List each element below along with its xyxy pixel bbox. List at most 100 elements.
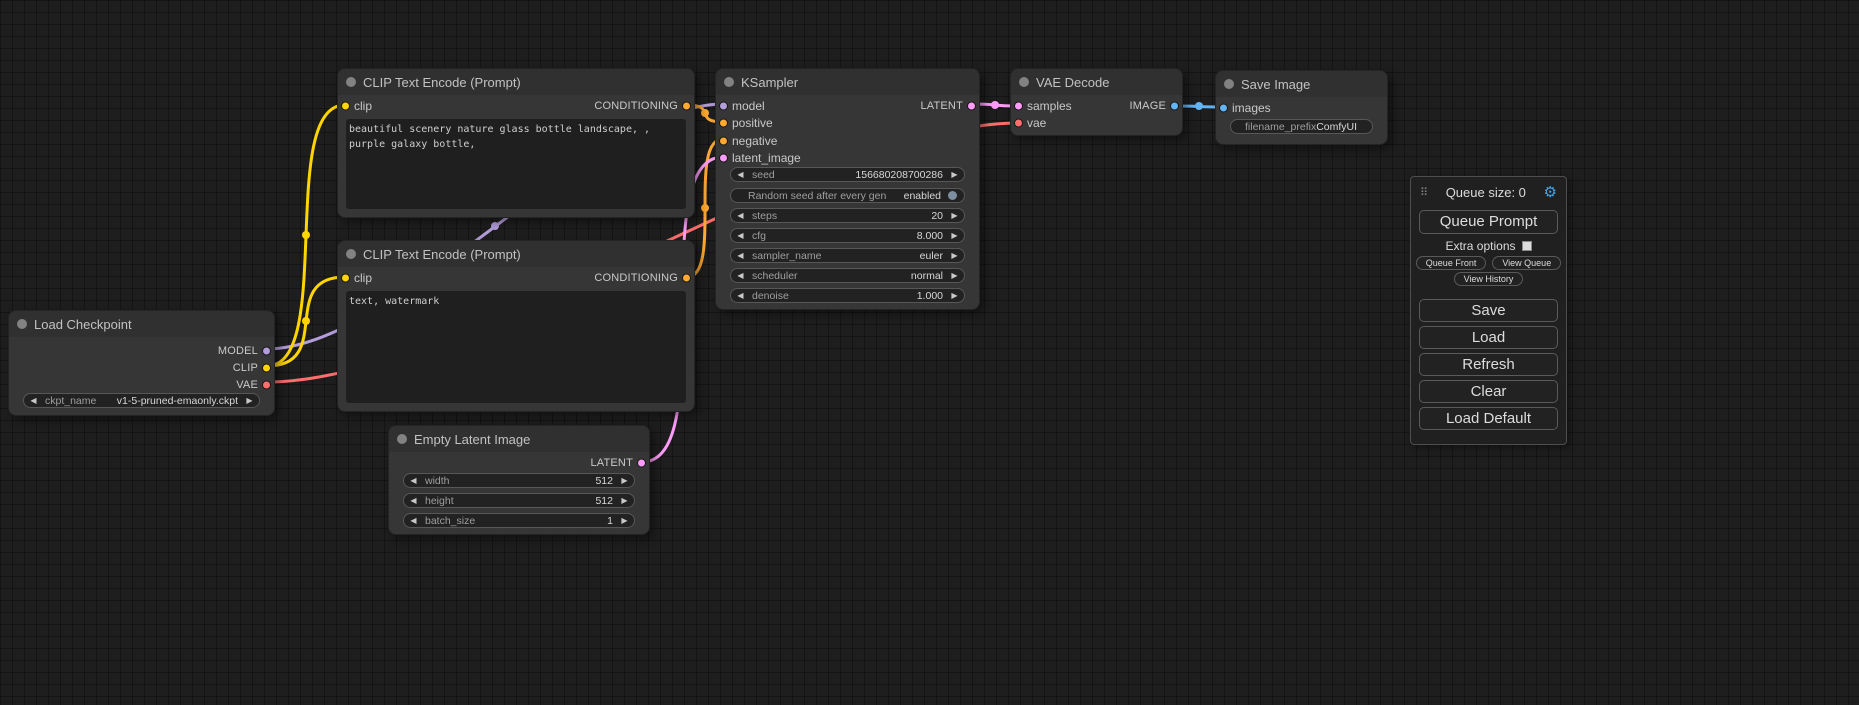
increment-icon[interactable]: ▶: [950, 292, 959, 300]
widget-width[interactable]: ◀ width 512 ▶: [403, 473, 635, 488]
node-title-bar[interactable]: CLIP Text Encode (Prompt): [338, 241, 694, 267]
input-label-images: images: [1232, 101, 1271, 115]
load-default-button[interactable]: Load Default: [1419, 407, 1558, 430]
input-port-model[interactable]: [719, 101, 728, 110]
input-label-model: model: [732, 99, 765, 113]
node-collapse-dot-icon[interactable]: [724, 77, 734, 87]
output-port-vae[interactable]: [262, 380, 271, 389]
wire-midpoint-dot[interactable]: [991, 101, 999, 109]
widget-seed[interactable]: ◀ seed 156680208700286 ▶: [730, 167, 965, 182]
node-collapse-dot-icon[interactable]: [397, 434, 407, 444]
widget-filename-prefix[interactable]: filename_prefix ComfyUI: [1230, 119, 1373, 134]
widget-sampler-name[interactable]: ◀ sampler_name euler ▶: [730, 248, 965, 263]
decrement-icon[interactable]: ◀: [409, 497, 418, 505]
output-port-clip[interactable]: [262, 363, 271, 372]
widget-denoise[interactable]: ◀ denoise 1.000 ▶: [730, 288, 965, 303]
clear-button[interactable]: Clear: [1419, 380, 1558, 403]
wire-midpoint-dot[interactable]: [302, 317, 310, 325]
node-title-bar[interactable]: Empty Latent Image: [389, 426, 649, 452]
input-port-negative[interactable]: [719, 136, 728, 145]
decrement-icon[interactable]: ◀: [736, 171, 745, 179]
node-ksampler[interactable]: KSampler model LATENT positive negative …: [715, 68, 980, 310]
node-load-checkpoint[interactable]: Load Checkpoint MODEL CLIP VAE ◀ ckpt_na…: [8, 310, 275, 416]
node-title: CLIP Text Encode (Prompt): [363, 247, 521, 262]
input-port-vae[interactable]: [1014, 118, 1023, 127]
widget-steps[interactable]: ◀ steps 20 ▶: [730, 208, 965, 223]
node-collapse-dot-icon[interactable]: [1224, 79, 1234, 89]
wire-midpoint-dot[interactable]: [302, 231, 310, 239]
load-button[interactable]: Load: [1419, 326, 1558, 349]
input-port-samples[interactable]: [1014, 101, 1023, 110]
increment-icon[interactable]: ▶: [950, 272, 959, 280]
node-title-bar[interactable]: Save Image: [1216, 71, 1387, 97]
widget-batch-size[interactable]: ◀ batch_size 1 ▶: [403, 513, 635, 528]
widget-scheduler[interactable]: ◀ scheduler normal ▶: [730, 268, 965, 283]
input-row-positive: positive: [716, 115, 979, 133]
node-collapse-dot-icon[interactable]: [1019, 77, 1029, 87]
decrement-icon[interactable]: ◀: [736, 292, 745, 300]
decrement-icon[interactable]: ◀: [409, 517, 418, 525]
increment-icon[interactable]: ▶: [620, 477, 629, 485]
widget-value: 20: [931, 210, 943, 222]
node-collapse-dot-icon[interactable]: [346, 249, 356, 259]
wire-midpoint-dot[interactable]: [491, 222, 499, 230]
history-buttons-row: View History: [1419, 272, 1558, 286]
decrement-icon[interactable]: ◀: [409, 477, 418, 485]
node-clip-text-encode-positive[interactable]: CLIP Text Encode (Prompt) clip CONDITION…: [337, 68, 695, 218]
view-history-button[interactable]: View History: [1454, 272, 1524, 286]
drag-handle-icon[interactable]: ⠿: [1420, 186, 1428, 199]
increment-icon[interactable]: ▶: [950, 252, 959, 260]
node-title-bar[interactable]: VAE Decode: [1011, 69, 1182, 95]
node-vae-decode[interactable]: VAE Decode samples IMAGE vae: [1010, 68, 1183, 136]
refresh-button[interactable]: Refresh: [1419, 353, 1558, 376]
output-port-latent[interactable]: [637, 458, 646, 467]
node-collapse-dot-icon[interactable]: [346, 77, 356, 87]
decrement-icon[interactable]: ◀: [736, 212, 745, 220]
decrement-icon[interactable]: ◀: [736, 272, 745, 280]
input-port-images[interactable]: [1219, 103, 1228, 112]
widget-name-label: cfg: [752, 230, 766, 242]
toggle-knob-icon[interactable]: [948, 191, 957, 200]
increment-icon[interactable]: ▶: [950, 232, 959, 240]
output-port-model[interactable]: [262, 346, 271, 355]
node-save-image[interactable]: Save Image images filename_prefix ComfyU…: [1215, 70, 1388, 145]
decrement-icon[interactable]: ◀: [736, 252, 745, 260]
input-port-positive[interactable]: [719, 119, 728, 128]
view-queue-button[interactable]: View Queue: [1492, 256, 1561, 270]
increment-icon[interactable]: ▶: [620, 517, 629, 525]
negative-prompt-textarea[interactable]: text, watermark: [346, 291, 686, 403]
node-title-bar[interactable]: CLIP Text Encode (Prompt): [338, 69, 694, 95]
increment-icon[interactable]: ▶: [245, 397, 254, 405]
increment-icon[interactable]: ▶: [950, 171, 959, 179]
decrement-icon[interactable]: ◀: [736, 232, 745, 240]
increment-icon[interactable]: ▶: [950, 212, 959, 220]
queue-prompt-button[interactable]: Queue Prompt: [1419, 210, 1558, 234]
node-collapse-dot-icon[interactable]: [17, 319, 27, 329]
input-port-clip[interactable]: [341, 101, 350, 110]
wire-midpoint-dot[interactable]: [1195, 102, 1203, 110]
node-title-bar[interactable]: Load Checkpoint: [9, 311, 274, 337]
extra-options-checkbox[interactable]: [1522, 241, 1532, 251]
positive-prompt-textarea[interactable]: beautiful scenery nature glass bottle la…: [346, 119, 686, 209]
output-port-conditioning[interactable]: [682, 101, 691, 110]
wire-midpoint-dot[interactable]: [701, 109, 709, 117]
widget-height[interactable]: ◀ height 512 ▶: [403, 493, 635, 508]
node-graph-canvas[interactable]: Load Checkpoint MODEL CLIP VAE ◀ ckpt_na…: [0, 0, 1859, 705]
wire-midpoint-dot[interactable]: [701, 204, 709, 212]
decrement-icon[interactable]: ◀: [29, 397, 38, 405]
node-empty-latent-image[interactable]: Empty Latent Image LATENT ◀ width 512 ▶ …: [388, 425, 650, 535]
output-port-conditioning[interactable]: [682, 273, 691, 282]
node-title-bar[interactable]: KSampler: [716, 69, 979, 95]
increment-icon[interactable]: ▶: [620, 497, 629, 505]
settings-gear-icon[interactable]: ⚙: [1544, 183, 1557, 201]
input-port-latent-image[interactable]: [719, 154, 728, 163]
widget-ckpt-name[interactable]: ◀ ckpt_name v1-5-pruned-emaonly.ckpt ▶: [23, 393, 260, 408]
output-port-latent[interactable]: [967, 101, 976, 110]
widget-cfg[interactable]: ◀ cfg 8.000 ▶: [730, 228, 965, 243]
widget-random-seed-toggle[interactable]: Random seed after every gen enabled: [730, 188, 965, 203]
save-button[interactable]: Save: [1419, 299, 1558, 322]
queue-front-button[interactable]: Queue Front: [1416, 256, 1487, 270]
node-clip-text-encode-negative[interactable]: CLIP Text Encode (Prompt) clip CONDITION…: [337, 240, 695, 412]
input-port-clip[interactable]: [341, 273, 350, 282]
output-port-image[interactable]: [1170, 101, 1179, 110]
